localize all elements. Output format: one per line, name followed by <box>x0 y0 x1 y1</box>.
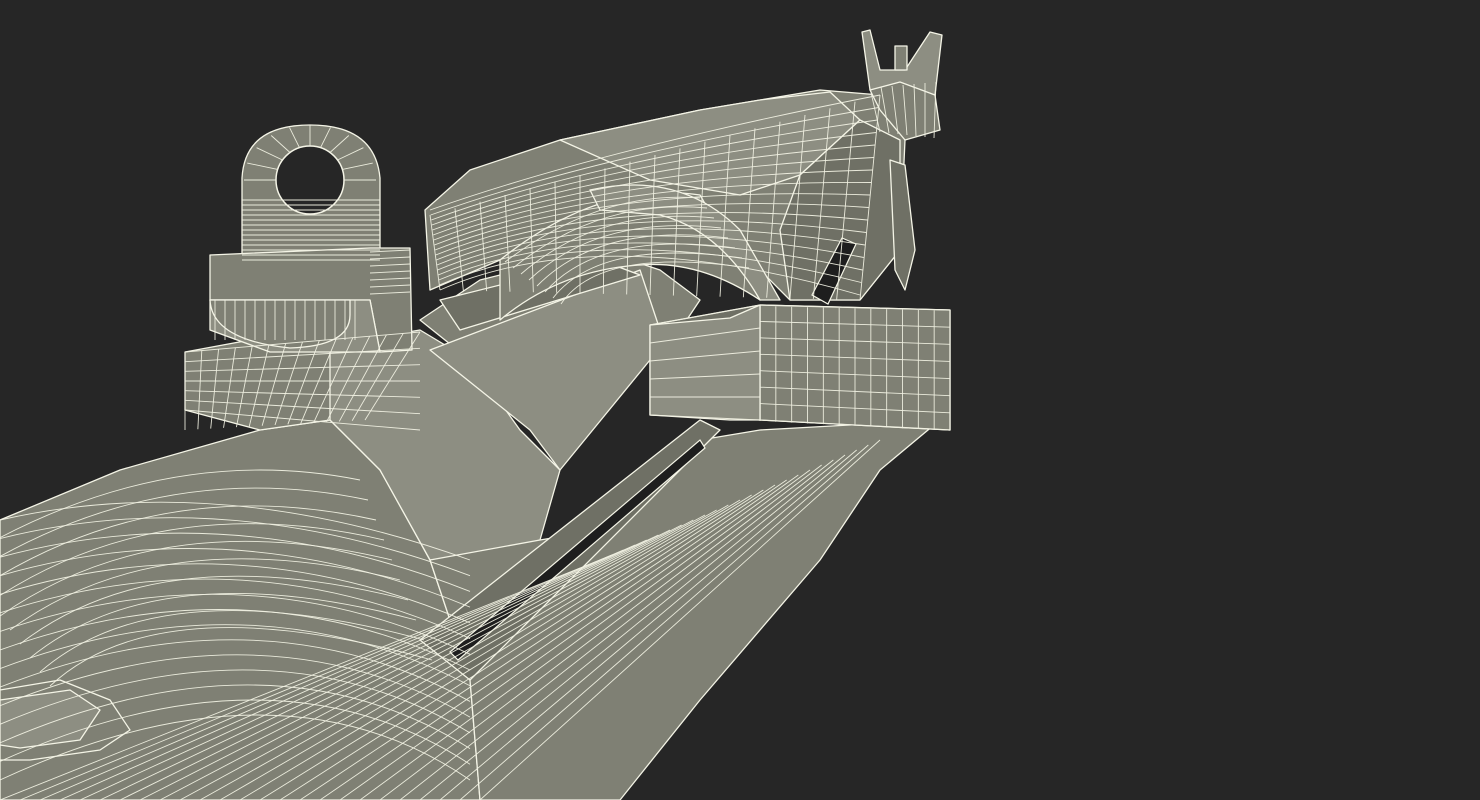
wireframe-render <box>0 0 1480 800</box>
front-sight-block <box>649 304 951 431</box>
